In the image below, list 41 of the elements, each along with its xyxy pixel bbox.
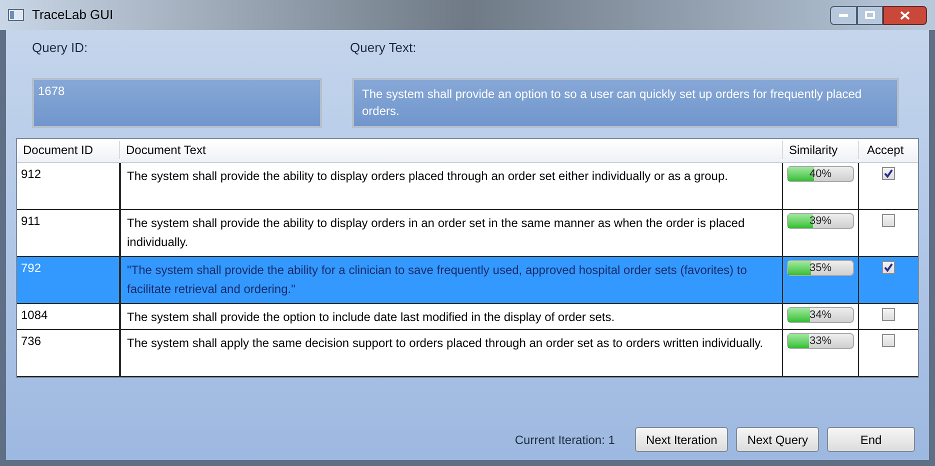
accept-checkbox[interactable] — [882, 214, 895, 226]
maximize-icon — [865, 11, 875, 19]
similarity-reading: 34% — [808, 308, 833, 322]
document-id-cell-text: 1084 — [20, 306, 49, 324]
window-title: TraceLab GUI — [32, 6, 114, 24]
document-id-cell-text: 792 — [20, 260, 42, 276]
document-text-cell: The system shall apply the same decision support to orders placed through an order set as to orders written individually. — [119, 330, 782, 376]
close-button[interactable] — [883, 6, 927, 24]
table-row[interactable]: 792 "The system shall provide the ability for a clinician to save frequently used, approved hospital order sets (favorites) to facilitate retrieval and ordering." 35% — [17, 256, 918, 304]
accept-checkbox[interactable] — [882, 260, 895, 274]
accept-checkbox[interactable] — [882, 166, 895, 180]
checkmark-icon — [884, 262, 893, 272]
minimize-icon — [839, 14, 848, 16]
column-header[interactable]: Document Text — [119, 141, 782, 159]
minimize-button[interactable] — [830, 6, 857, 24]
checkmark-icon — [884, 168, 893, 178]
accept-checkbox[interactable] — [882, 334, 895, 346]
app-icon — [8, 9, 24, 21]
column-header[interactable]: Document ID — [17, 141, 119, 159]
query-id-label: Query ID: — [32, 39, 89, 57]
similarity-reading: 35% — [808, 260, 833, 274]
accept-checkbox[interactable] — [882, 308, 895, 320]
similarity-reading: 40% — [808, 166, 833, 180]
maximize-button[interactable] — [857, 6, 883, 24]
document-id-cell-text: 736 — [20, 332, 42, 350]
end-button[interactable]: End — [827, 427, 915, 452]
next-iteration-button[interactable]: Next Iteration — [634, 427, 728, 452]
current-iteration-label: Current Iteration: 1 — [514, 432, 615, 448]
table-row[interactable]: 912 The system shall provide the ability to display orders placed through an order set either individually or as a group. 40% — [17, 162, 918, 210]
document-id-cell-text: 911 — [20, 212, 42, 230]
query-text-label: Query Text: — [350, 39, 416, 57]
similarity-reading: 39% — [808, 214, 833, 228]
close-icon — [900, 10, 910, 20]
table-row[interactable]: 911 The system shall provide the ability to display orders in an order set in the same manner as when the order is placed individually. 39% — [17, 210, 918, 256]
column-header[interactable]: Accept — [858, 141, 918, 159]
table-row[interactable]: 1084 The system shall provide the option to include date last modified in the display of order sets. 34% — [17, 304, 918, 330]
column-header[interactable]: Similarity — [782, 141, 858, 159]
similarity-reading: 33% — [808, 334, 833, 348]
document-id-cell-text: 912 — [20, 166, 42, 182]
table-row[interactable]: 736 The system shall apply the same decision support to orders placed through an order set as to orders written individually. 33% — [17, 330, 918, 376]
next-query-button[interactable]: Next Query — [736, 427, 819, 452]
